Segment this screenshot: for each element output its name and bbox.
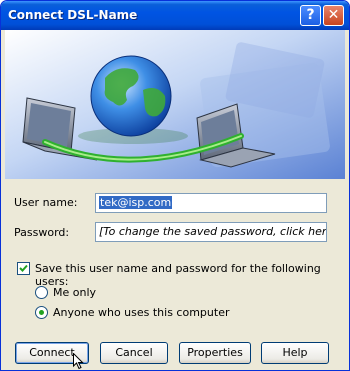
me-only-radio[interactable] <box>35 286 48 299</box>
user-name-input[interactable]: tek@isp.com <box>95 193 327 213</box>
save-password-checkbox[interactable] <box>17 262 30 275</box>
cancel-button[interactable]: Cancel <box>100 342 168 364</box>
save-password-label: Save this user name and password for the… <box>35 262 321 288</box>
radio-selected-dot <box>39 310 44 315</box>
connect-dialog: Connect DSL-Name ? ✕ User name: tek@isp.… <box>0 0 350 371</box>
check-icon <box>19 264 28 272</box>
connection-banner <box>5 30 345 179</box>
password-label: Password: <box>14 226 70 239</box>
anyone-radio[interactable] <box>35 306 48 319</box>
close-icon[interactable]: ✕ <box>323 5 344 26</box>
user-name-value: tek@isp.com <box>99 196 173 209</box>
help-button[interactable]: Help <box>261 342 329 364</box>
help-icon[interactable]: ? <box>300 5 321 26</box>
me-only-label: Me only <box>53 286 97 299</box>
dialog-body: User name: tek@isp.com Password: [To cha… <box>5 30 345 368</box>
cursor-icon <box>73 353 84 370</box>
anyone-label: Anyone who uses this computer <box>53 306 230 319</box>
password-input[interactable]: [To change the saved password, click her… <box>95 222 327 242</box>
title-bar[interactable]: Connect DSL-Name ? ✕ <box>1 1 349 30</box>
properties-button[interactable]: Properties <box>179 342 251 364</box>
window-title: Connect DSL-Name <box>8 8 138 22</box>
user-name-label: User name: <box>14 196 78 209</box>
banner-illustration <box>5 30 345 179</box>
